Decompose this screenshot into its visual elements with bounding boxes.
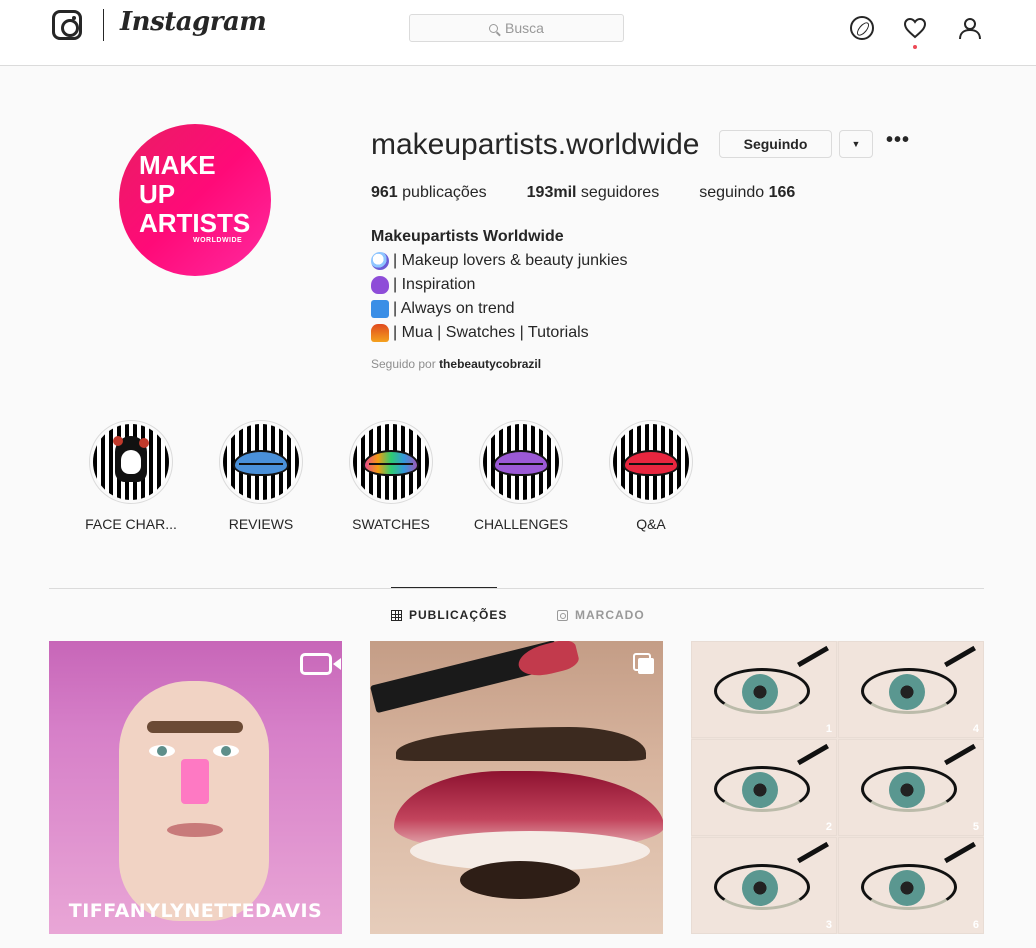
eyeliner-step: 4 xyxy=(838,641,984,738)
highlight-label: Q&A xyxy=(636,516,666,532)
suggestions-dropdown-button[interactable]: ▼ xyxy=(839,130,873,158)
logo-divider xyxy=(103,9,104,41)
post-thumbnail[interactable]: 1 4 2 5 3 6 xyxy=(691,641,984,934)
profile-person-icon[interactable] xyxy=(958,16,982,40)
highlight-label: REVIEWS xyxy=(228,516,294,532)
eyeliner-step: 6 xyxy=(838,837,984,934)
profile-bio: Makeupartists Worldwide | Makeup lovers … xyxy=(371,225,628,345)
carousel-icon xyxy=(633,653,654,674)
tab-tagged[interactable]: MARCADO xyxy=(557,608,645,622)
highlight-label: CHALLENGES xyxy=(473,516,569,532)
tab-posts[interactable]: PUBLICAÇÕES xyxy=(391,608,507,622)
tagged-person-icon xyxy=(557,609,568,621)
sugar-skull-icon xyxy=(93,424,169,500)
instagram-logo-icon[interactable] xyxy=(52,10,82,40)
eyeliner-step: 3 xyxy=(691,837,837,934)
highlight-face-charts[interactable]: FACE CHAR... xyxy=(85,420,177,532)
grid-icon xyxy=(391,609,402,621)
caret-down-icon: ▼ xyxy=(851,139,861,149)
notification-dot xyxy=(913,45,917,49)
followers-stat[interactable]: 193mil seguidores xyxy=(527,184,660,202)
highlight-label: FACE CHAR... xyxy=(85,516,177,532)
post-thumbnail[interactable]: TIFFANYLYNETTEDAVIS xyxy=(49,641,342,934)
search-input[interactable]: Busca xyxy=(409,14,624,42)
profile-username: makeupartists.worldwide xyxy=(371,128,700,161)
top-icon xyxy=(371,300,389,318)
unicorn-icon xyxy=(371,252,389,270)
highlight-reviews[interactable]: REVIEWS xyxy=(219,420,303,532)
post-thumbnail[interactable] xyxy=(370,641,663,934)
more-options-button[interactable]: ••• xyxy=(886,130,910,153)
explore-compass-icon[interactable] xyxy=(850,16,874,40)
posts-stat: 961 publicações xyxy=(371,184,487,201)
lipstick-icon xyxy=(371,324,389,342)
highlight-swatches[interactable]: SWATCHES xyxy=(349,420,433,532)
search-placeholder: Busca xyxy=(505,20,544,36)
active-tab-indicator xyxy=(391,587,497,588)
eyeliner-step: 5 xyxy=(838,739,984,836)
bio-line: | Inspiration xyxy=(371,273,628,297)
highlight-ring xyxy=(219,420,303,504)
instagram-wordmark[interactable]: Instagram xyxy=(120,7,267,37)
profile-stats: 961 publicações 193mil seguidores seguin… xyxy=(371,184,795,202)
bio-full-name: Makeupartists Worldwide xyxy=(371,228,564,245)
highlight-challenges[interactable]: CHALLENGES xyxy=(474,420,568,532)
avatar-logo-text: MAKE UP ARTISTS xyxy=(139,150,251,238)
video-icon xyxy=(300,653,341,675)
post-overlay-text: TIFFANYLYNETTEDAVIS xyxy=(68,900,323,922)
highlight-qa[interactable]: Q&A xyxy=(609,420,693,532)
following-button[interactable]: Seguindo xyxy=(719,130,832,158)
purple-lips-icon xyxy=(483,424,559,500)
avatar-logo-subtext: WORLDWIDE xyxy=(193,237,243,244)
eyeliner-step: 2 xyxy=(691,739,837,836)
highlight-ring xyxy=(89,420,173,504)
bio-line: | Makeup lovers & beauty junkies xyxy=(371,249,628,273)
search-icon xyxy=(489,23,499,33)
highlight-ring xyxy=(609,420,693,504)
blue-lips-icon xyxy=(223,424,299,500)
post-image-face xyxy=(119,681,269,921)
highlight-ring xyxy=(349,420,433,504)
highlight-label: SWATCHES xyxy=(352,516,430,532)
purple-heart-icon xyxy=(371,276,389,294)
tabs-divider xyxy=(49,588,984,589)
eyeliner-step: 1 xyxy=(691,641,837,738)
bio-line: | Mua | Swatches | Tutorials xyxy=(371,321,628,345)
red-lips-icon xyxy=(613,424,689,500)
followed-by[interactable]: Seguido por thebeautycobrazil xyxy=(371,357,541,371)
highlight-ring xyxy=(479,420,563,504)
top-nav: Instagram Busca xyxy=(0,0,1036,66)
profile-avatar[interactable]: MAKE UP ARTISTS WORLDWIDE xyxy=(119,124,271,276)
bio-line: | Always on trend xyxy=(371,297,628,321)
activity-heart-icon[interactable] xyxy=(903,16,927,40)
rainbow-lips-icon xyxy=(353,424,429,500)
following-stat[interactable]: seguindo 166 xyxy=(699,184,795,202)
